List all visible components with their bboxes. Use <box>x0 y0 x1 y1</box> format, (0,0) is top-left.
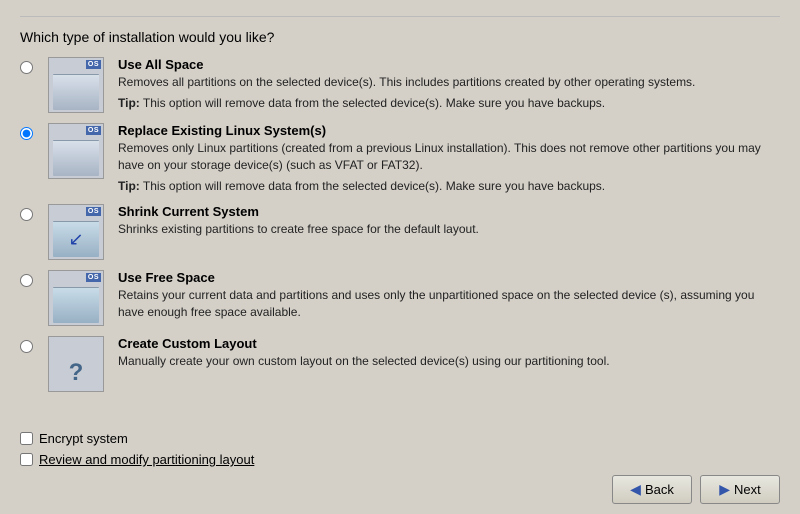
radio-col-5[interactable] <box>20 336 48 356</box>
option-tip-2: Tip: This option will remove data from t… <box>118 178 780 195</box>
option-create-custom: ? Create Custom Layout Manually create y… <box>20 336 780 392</box>
option-title-4: Use Free Space <box>118 270 780 285</box>
radio-col-1[interactable] <box>20 57 48 77</box>
next-button[interactable]: ▶ Next <box>700 475 780 504</box>
option-use-free-space: OS Use Free Space Retains your current d… <box>20 270 780 326</box>
option-title-5: Create Custom Layout <box>118 336 780 351</box>
option-title-1: Use All Space <box>118 57 780 72</box>
option-desc-1: Removes all partitions on the selected d… <box>118 74 780 91</box>
page-title: Which type of installation would you lik… <box>20 29 780 45</box>
drive-visual-3: ↙ <box>53 221 99 257</box>
icon-use-free-space: OS <box>48 270 104 326</box>
back-button[interactable]: ◀ Back <box>612 475 692 504</box>
next-label: Next <box>734 482 761 497</box>
icon-use-all-space: OS <box>48 57 104 113</box>
icon-col-3: OS ↙ <box>48 204 108 260</box>
option-replace-existing: OS Replace Existing Linux System(s) Remo… <box>20 123 780 194</box>
option-tip-1: Tip: This option will remove data from t… <box>118 95 780 112</box>
shrink-arrow-icon: ↙ <box>68 229 83 250</box>
option-title-2: Replace Existing Linux System(s) <box>118 123 780 138</box>
content-shrink-current: Shrink Current System Shrinks existing p… <box>118 204 780 242</box>
main-container: Which type of installation would you lik… <box>0 0 800 514</box>
encrypt-system-checkbox[interactable] <box>20 432 33 445</box>
radio-col-2[interactable] <box>20 123 48 143</box>
os-label-2: OS <box>86 126 101 135</box>
encrypt-system-label: Encrypt system <box>39 431 128 446</box>
question-mark-icon: ? <box>49 355 103 391</box>
os-label-3: OS <box>86 207 101 216</box>
back-label: Back <box>645 482 674 497</box>
review-partitioning-text: Review and modify partitioning layout <box>39 452 254 467</box>
content-replace-existing: Replace Existing Linux System(s) Removes… <box>118 123 780 194</box>
icon-col-1: OS <box>48 57 108 113</box>
option-desc-3: Shrinks existing partitions to create fr… <box>118 221 780 238</box>
content-use-all-space: Use All Space Removes all partitions on … <box>118 57 780 112</box>
option-desc-2: Removes only Linux partitions (created f… <box>118 140 780 174</box>
icon-col-5: ? <box>48 336 108 392</box>
option-title-3: Shrink Current System <box>118 204 780 219</box>
top-divider <box>20 16 780 17</box>
bottom-section: Encrypt system Review and modify partiti… <box>20 423 780 504</box>
review-partitioning-label: Review and modify partitioning layout <box>39 452 254 467</box>
option-desc-5: Manually create your own custom layout o… <box>118 353 780 370</box>
encrypt-system-row: Encrypt system <box>20 431 780 446</box>
content-use-free-space: Use Free Space Retains your current data… <box>118 270 780 325</box>
option-shrink-current: OS ↙ Shrink Current System Shrinks exist… <box>20 204 780 260</box>
radio-use-all-space[interactable] <box>20 61 33 74</box>
options-area: OS Use All Space Removes all partitions … <box>20 57 780 423</box>
os-label-1: OS <box>86 60 101 69</box>
content-create-custom: Create Custom Layout Manually create you… <box>118 336 780 374</box>
icon-col-4: OS <box>48 270 108 326</box>
button-row: ◀ Back ▶ Next <box>20 475 780 504</box>
radio-col-3[interactable] <box>20 204 48 224</box>
drive-visual-4 <box>53 287 99 323</box>
radio-replace-existing[interactable] <box>20 127 33 140</box>
back-icon: ◀ <box>630 481 641 498</box>
drive-visual-2 <box>53 140 99 176</box>
radio-create-custom[interactable] <box>20 340 33 353</box>
os-label-4: OS <box>86 273 101 282</box>
next-icon: ▶ <box>719 481 730 498</box>
review-partitioning-row: Review and modify partitioning layout <box>20 452 780 467</box>
icon-col-2: OS <box>48 123 108 179</box>
icon-replace-existing: OS <box>48 123 104 179</box>
radio-shrink-current[interactable] <box>20 208 33 221</box>
review-partitioning-checkbox[interactable] <box>20 453 33 466</box>
radio-col-4[interactable] <box>20 270 48 290</box>
icon-create-custom: ? <box>48 336 104 392</box>
drive-visual-1 <box>53 74 99 110</box>
option-desc-4: Retains your current data and partitions… <box>118 287 780 321</box>
radio-use-free-space[interactable] <box>20 274 33 287</box>
option-use-all-space: OS Use All Space Removes all partitions … <box>20 57 780 113</box>
icon-shrink-current: OS ↙ <box>48 204 104 260</box>
